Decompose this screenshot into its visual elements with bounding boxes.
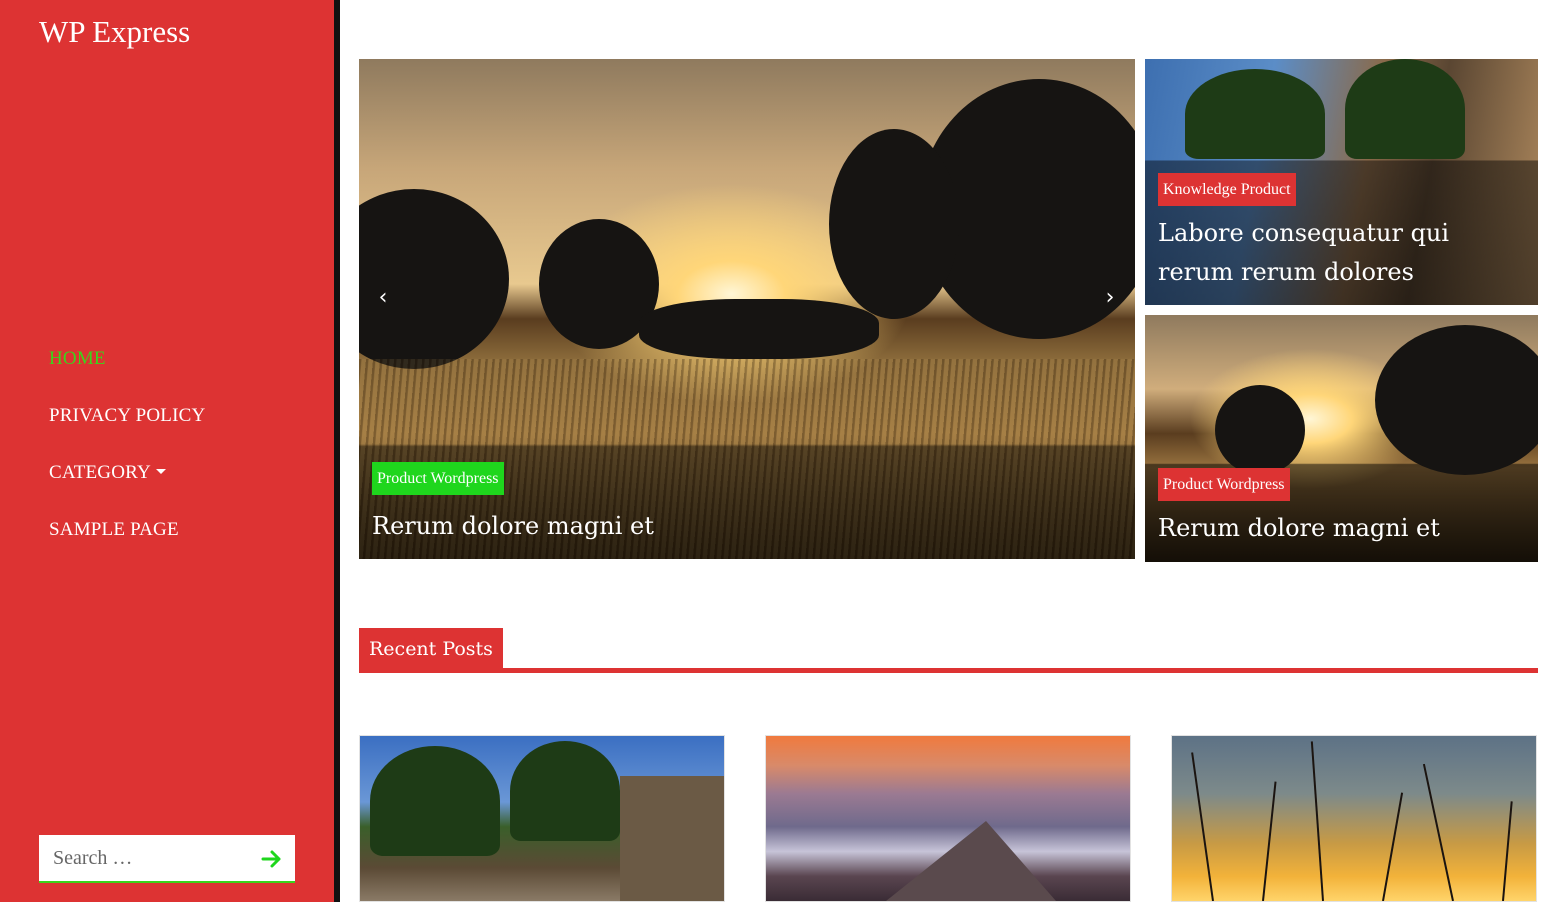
grass-stalk (1502, 801, 1513, 901)
grass-stalk (1262, 781, 1277, 901)
treeline-silhouette (639, 299, 879, 359)
featured-1-category-badge[interactable]: Knowledge Product (1158, 173, 1296, 206)
caret-down-icon (155, 469, 166, 474)
site-title[interactable]: WP Express (39, 14, 190, 50)
grass-stalk (1422, 763, 1454, 901)
tree-silhouette (1215, 385, 1305, 475)
tree-silhouette (1375, 325, 1538, 475)
nav-link-sample-page[interactable]: SAMPLE PAGE (49, 519, 179, 541)
search-form (39, 835, 295, 883)
recent-post-thumbnail-1[interactable] (359, 735, 725, 902)
nav-link-category[interactable]: CATEGORY (49, 462, 166, 484)
recent-posts-heading: Recent Posts (359, 628, 503, 668)
tree-silhouette (359, 189, 509, 369)
featured-2-title[interactable]: Rerum dolore magni et (1158, 509, 1440, 548)
slide-category-badge[interactable]: Product Wordpress (372, 462, 504, 495)
recent-posts-divider (359, 668, 1538, 673)
featured-1-title[interactable]: Labore consequatur qui rerum rerum dolor… (1158, 214, 1528, 292)
grass-stalk (1310, 741, 1324, 901)
building (620, 776, 724, 901)
search-submit-button[interactable] (261, 849, 283, 869)
grass-stalk (1191, 752, 1214, 901)
recent-post-thumbnail-2[interactable] (765, 735, 1131, 902)
grass-stalk (1382, 792, 1404, 901)
nav-link-privacy-policy[interactable]: PRIVACY POLICY (49, 405, 205, 427)
slider-next-button[interactable]: › (1100, 287, 1120, 309)
sidebar-border (334, 0, 340, 902)
featured-post-1[interactable]: Knowledge Product Labore consequatur qui… (1145, 59, 1538, 305)
nav-link-home[interactable]: HOME (49, 348, 106, 370)
nav-link-category-label: CATEGORY (49, 462, 151, 483)
featured-2-category-badge[interactable]: Product Wordpress (1158, 468, 1290, 501)
main-nav: HOME PRIVACY POLICY CATEGORY SAMPLE PAGE (49, 348, 205, 576)
road (886, 821, 1056, 901)
palm-foliage (510, 741, 620, 841)
nav-item-category: CATEGORY (49, 462, 205, 519)
palm-foliage (370, 746, 500, 856)
nav-item-home: HOME (49, 348, 205, 405)
slide-title[interactable]: Rerum dolore magni et (372, 507, 654, 546)
search-input[interactable] (39, 836, 239, 880)
arrow-right-icon (261, 850, 281, 868)
tree-silhouette (829, 129, 959, 319)
featured-post-2[interactable]: Product Wordpress Rerum dolore magni et (1145, 315, 1538, 562)
featured-slider[interactable]: ‹ › Product Wordpress Rerum dolore magni… (359, 59, 1135, 559)
palm-foliage (1185, 69, 1325, 159)
nav-item-privacy-policy: PRIVACY POLICY (49, 405, 205, 462)
recent-post-thumbnail-3[interactable] (1171, 735, 1537, 902)
slider-prev-button[interactable]: ‹ (373, 287, 393, 309)
palm-foliage (1345, 59, 1465, 159)
sidebar: WP Express HOME PRIVACY POLICY CATEGORY … (0, 0, 334, 902)
nav-item-sample-page: SAMPLE PAGE (49, 519, 205, 576)
